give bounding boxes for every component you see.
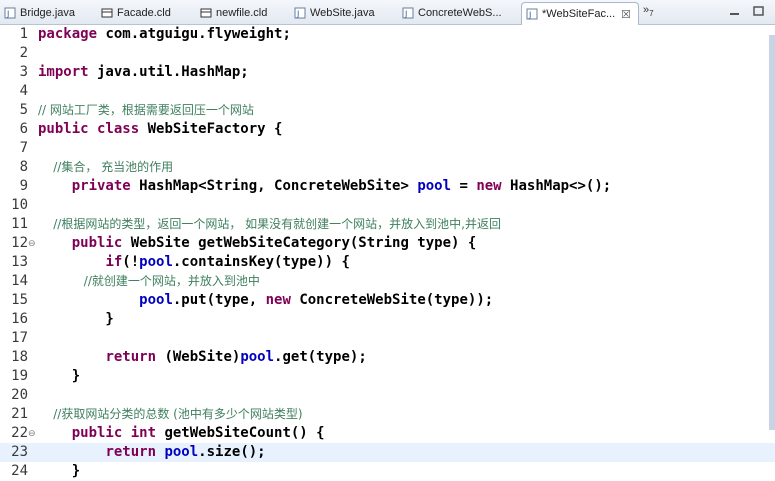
tab-concretewebsite-java[interactable]: J ConcreteWebS... (398, 2, 516, 23)
code-line: 4 (0, 82, 775, 101)
code-text: public class WebSiteFactory { (38, 121, 283, 137)
tab-facade-cld[interactable]: Facade.cld (97, 2, 192, 23)
code-text: } (38, 368, 81, 384)
tab-bridge-java[interactable]: J Bridge.java (0, 2, 93, 23)
java-file-icon: J (402, 7, 414, 18)
code-line: 8 //集合， 充当池的作用 (0, 158, 775, 177)
class-diagram-icon (101, 8, 113, 17)
code-line: 24 } (0, 462, 775, 481)
line-number: 13 (11, 254, 28, 270)
line-number: 3 (19, 64, 28, 80)
code-line: 11 //根据网站的类型，返回一个网站， 如果没有就创建一个网站，并放入到池中,… (0, 215, 775, 234)
fold-collapse-icon[interactable]: ⊖ (28, 429, 36, 438)
code-line: 20 (0, 386, 775, 405)
line-number: 12 (11, 235, 28, 251)
tab-label: WebSite.java (310, 6, 375, 19)
code-comment: //获取网站分类的总数 (池中有多少个网站类型) (38, 407, 303, 421)
code-comment: //集合， 充当池的作用 (38, 160, 174, 174)
code-line: 15 pool.put(type, new ConcreteWebSite(ty… (0, 291, 775, 310)
line-number: 10 (11, 197, 28, 213)
code-line: 21 //获取网站分类的总数 (池中有多少个网站类型) (0, 405, 775, 424)
code-line: 10 (0, 196, 775, 215)
overview-ruler[interactable] (769, 35, 775, 430)
line-number: 19 (11, 368, 28, 384)
code-line: 6 public class WebSiteFactory { (0, 120, 775, 139)
code-editor[interactable]: 1 package com.atguigu.flyweight; 2 3 imp… (0, 25, 775, 481)
code-line: 7 (0, 139, 775, 158)
maximize-icon[interactable] (752, 5, 765, 17)
line-number: 4 (19, 83, 28, 99)
line-number: 17 (11, 330, 28, 346)
code-text: if(!pool.containsKey(type)) { (105, 254, 350, 270)
code-comment: //就创建一个网站，并放入到池中 (38, 274, 260, 288)
tab-label: Bridge.java (20, 6, 76, 19)
svg-text:J: J (528, 11, 531, 20)
code-text: } (38, 463, 81, 479)
tab-websitefactory-java[interactable]: J *WebSiteFac... ☒ (521, 2, 639, 25)
code-line: 13 if(!pool.containsKey(type)) { (0, 253, 775, 272)
line-number: 9 (19, 178, 28, 194)
line-number: 23 (11, 444, 28, 460)
tab-newfile-cld[interactable]: newfile.cld (196, 2, 286, 23)
code-text: private HashMap<String, ConcreteWebSite>… (71, 178, 612, 194)
line-number: 18 (11, 349, 28, 365)
tab-label: *WebSiteFac... (542, 8, 616, 20)
code-comment: //根据网站的类型，返回一个网站， 如果没有就创建一个网站，并放入到池中,并返回 (38, 217, 501, 231)
code-comment: // 网站工厂类，根据需要返回压一个网站 (38, 103, 254, 117)
minimize-icon[interactable] (728, 5, 741, 17)
fold-collapse-icon[interactable]: ⊖ (28, 239, 36, 248)
code-text: package com.atguigu.flyweight; (38, 26, 291, 42)
code-line: 14 //就创建一个网站，并放入到池中 (0, 272, 775, 291)
line-number: 8 (19, 159, 28, 175)
line-number: 20 (11, 387, 28, 403)
code-text: import java.util.HashMap; (38, 64, 249, 80)
code-line: 2 (0, 44, 775, 63)
code-text: pool.put(type, new ConcreteWebSite(type)… (139, 292, 494, 308)
svg-text:J: J (6, 9, 9, 18)
code-line: 16 } (0, 310, 775, 329)
code-line: 3 import java.util.HashMap; (0, 63, 775, 82)
class-diagram-icon (200, 8, 212, 17)
code-line: 12 ⊖ public WebSite getWebSiteCategory(S… (0, 234, 775, 253)
hidden-tab-count: 7 (649, 9, 654, 19)
line-number: 1 (19, 26, 28, 42)
java-file-icon: J (294, 7, 306, 18)
line-number: 2 (19, 45, 28, 61)
line-number: 7 (19, 140, 28, 156)
code-line: 17 (0, 329, 775, 348)
line-number: 14 (11, 273, 28, 289)
line-number: 22 (11, 425, 28, 441)
code-line: 9 private HashMap<String, ConcreteWebSit… (0, 177, 775, 196)
code-text: public int getWebSiteCount() { (71, 425, 325, 441)
code-line: 19 } (0, 367, 775, 386)
code-text: return (WebSite)pool.get(type); (105, 349, 367, 365)
java-file-icon: J (4, 7, 16, 18)
line-number: 11 (11, 216, 28, 232)
code-line: 5 // 网站工厂类，根据需要返回压一个网站 (0, 101, 775, 120)
tab-label: ConcreteWebS... (418, 6, 502, 19)
code-text: return pool.size(); (105, 444, 266, 460)
code-line: 1 package com.atguigu.flyweight; (0, 25, 775, 44)
line-number: 15 (11, 292, 28, 308)
code-text: public WebSite getWebSiteCategory(String… (71, 235, 477, 251)
svg-text:J: J (404, 9, 407, 18)
line-number: 21 (11, 406, 28, 422)
close-icon[interactable]: ☒ (621, 8, 631, 21)
code-text: } (38, 311, 114, 327)
tab-overflow-button[interactable]: »7 (643, 4, 654, 18)
tab-website-java[interactable]: J WebSite.java (290, 2, 395, 23)
line-number: 5 (19, 102, 28, 118)
editor-tab-bar: J Bridge.java Facade.cld newfile.cld J W… (0, 0, 775, 25)
tab-label: Facade.cld (117, 6, 171, 19)
java-file-icon: J (526, 8, 538, 20)
code-line: 18 return (WebSite)pool.get(type); (0, 348, 775, 367)
line-number: 6 (19, 121, 28, 137)
svg-text:J: J (296, 9, 299, 18)
code-line: 22 ⊖ public int getWebSiteCount() { (0, 424, 775, 443)
line-number: 16 (11, 311, 28, 327)
tab-label: newfile.cld (216, 6, 268, 19)
line-number: 24 (11, 463, 28, 479)
current-code-line: 23 return pool.size(); (0, 443, 775, 462)
